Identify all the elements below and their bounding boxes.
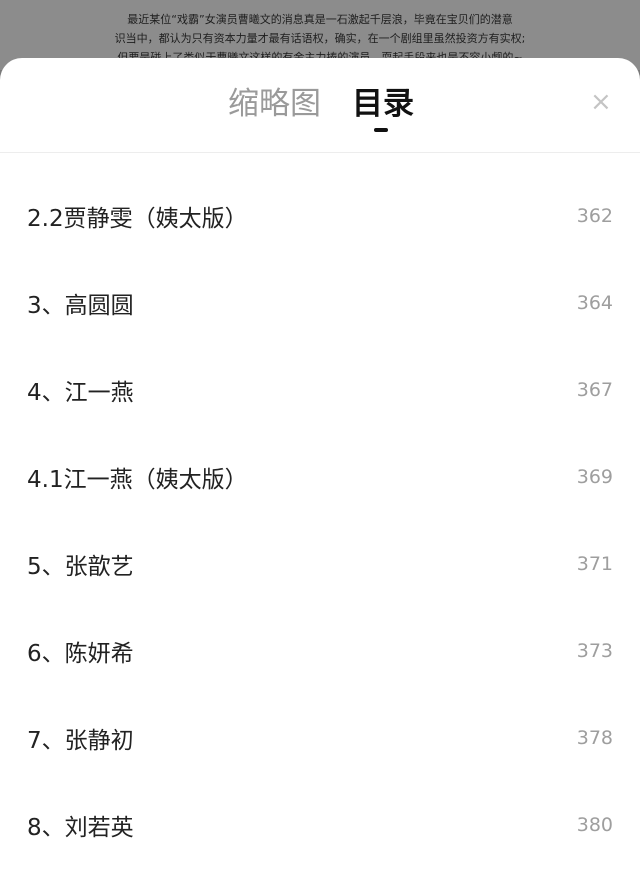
toc-item[interactable]: 7、张静初 378 [0, 708, 640, 768]
toc-item-page: 373 [576, 640, 613, 662]
toc-item-title: 5、张歆艺 [27, 554, 134, 580]
sheet-header: 缩略图 目录 × [0, 58, 640, 153]
toc-item[interactable]: 8、刘若英 380 [0, 795, 640, 855]
toc-item-title: 3、高圆圆 [27, 293, 134, 319]
toc-item-title: 6、陈妍希 [27, 641, 134, 667]
toc-item-title: 4、江一燕 [27, 380, 134, 406]
toc-item[interactable]: 5、张歆艺 371 [0, 534, 640, 594]
toc-item-page: 371 [576, 553, 613, 575]
background-line: 识当中，都认为只有资本力量才最有话语权，确实，在一个剧组里虽然投资方有实权; [114, 32, 526, 45]
toc-item-title: 7、张静初 [27, 728, 134, 754]
toc-item[interactable]: 4、江一燕 367 [0, 360, 640, 420]
active-tab-indicator [374, 128, 388, 132]
toc-item-page: 362 [576, 205, 613, 227]
background-line: 最近某位“戏霸”女演员曹曦文的消息真是一石激起千层浪，毕竟在宝贝们的潜意 [127, 13, 513, 26]
toc-item-page: 369 [576, 466, 613, 488]
toc-item[interactable]: 2.2贾静雯（姨太版） 362 [0, 186, 640, 246]
toc-item[interactable]: 4.1江一燕（姨太版） 369 [0, 447, 640, 507]
tab-toc[interactable]: 目录 [352, 84, 414, 124]
toc-item-page: 364 [576, 292, 613, 314]
toc-item[interactable]: 6、陈妍希 373 [0, 621, 640, 681]
tab-thumbnail[interactable]: 缩略图 [228, 84, 321, 124]
close-icon[interactable]: × [590, 89, 612, 115]
toc-item-title: 4.1江一燕（姨太版） [27, 467, 248, 493]
toc-item-title: 2.2贾静雯（姨太版） [27, 206, 248, 232]
toc-item-title: 8、刘若英 [27, 815, 134, 841]
toc-bottom-sheet: 缩略图 目录 × 2.2贾静雯（姨太版） 362 3、高圆圆 364 4、江一燕… [0, 58, 640, 894]
toc-item-page: 380 [576, 814, 613, 836]
toc-item-page: 378 [576, 727, 613, 749]
toc-item-page: 367 [576, 379, 613, 401]
toc-item[interactable]: 3、高圆圆 364 [0, 273, 640, 333]
